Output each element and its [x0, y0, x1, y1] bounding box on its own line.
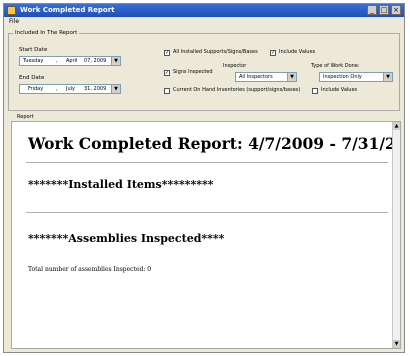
end-date-label: End Date — [19, 75, 45, 81]
chevron-down-icon[interactable]: ▼ — [111, 57, 120, 65]
end-date-separator: , — [56, 86, 58, 92]
work-type-label: Type of Work Done: — [311, 63, 360, 69]
inspector-value: All Inspectors — [239, 74, 273, 80]
chevron-down-icon[interactable]: ▼ — [383, 73, 392, 81]
inspector-select[interactable]: All Inspectors ▼ — [235, 72, 297, 82]
inspector-label: Inspector — [223, 63, 247, 69]
work-type-select[interactable]: Inspection Only ▼ — [319, 72, 393, 82]
end-date-day: Friday — [28, 86, 44, 92]
work-type-value: Inspection Only — [323, 74, 362, 80]
divider — [26, 212, 388, 213]
start-date-label: Start Date — [19, 47, 48, 53]
all-installed-label: All Installed Supports/Signs/Bases — [173, 49, 258, 55]
signs-inspected-label: Signs Inspected — [173, 69, 213, 75]
start-date-month: April — [66, 58, 78, 64]
end-date-picker[interactable]: Friday , July 31, 2009 ▼ — [19, 84, 121, 94]
title-bar[interactable]: Work Completed Report _ □ × — [4, 4, 404, 17]
signs-inspected-checkbox[interactable]: ✓ — [164, 70, 170, 76]
end-date-month: July — [66, 86, 75, 92]
start-date-separator: , — [56, 58, 58, 64]
report-title: Work Completed Report: 4/7/2009 - 7/31/2… — [28, 134, 401, 153]
chevron-down-icon[interactable]: ▼ — [111, 85, 120, 93]
installed-items-heading: *******Installed Items********* — [28, 178, 214, 191]
include-values-label-1: Include Values — [279, 49, 316, 55]
report-group-title: Report — [16, 114, 35, 121]
minimize-button[interactable]: _ — [367, 5, 377, 15]
include-values-checkbox-2[interactable] — [312, 88, 318, 94]
current-inventory-label: Current On Hand Inventories (support/sig… — [173, 87, 301, 93]
start-date-picker[interactable]: Tuesday , April 07, 2009 ▼ — [19, 56, 121, 66]
maximize-button[interactable]: □ — [379, 5, 389, 15]
window-title: Work Completed Report — [20, 6, 115, 14]
scroll-down-icon[interactable]: ▼ — [393, 340, 400, 348]
scroll-up-icon[interactable]: ▲ — [393, 122, 400, 130]
app-window: Work Completed Report _ □ × File Include… — [3, 3, 405, 353]
chevron-down-icon[interactable]: ▼ — [287, 73, 296, 81]
filters-group: Included In The Report Start Date Tuesda… — [8, 29, 400, 111]
assemblies-inspected-heading: *******Assemblies Inspected**** — [28, 232, 225, 245]
vertical-scrollbar[interactable]: ▲ ▼ — [392, 122, 400, 348]
include-values-label-2: Include Values — [321, 87, 358, 93]
divider — [26, 162, 388, 163]
end-date-date: 31, 2009 — [84, 86, 107, 92]
current-inventory-checkbox[interactable] — [164, 88, 170, 94]
menu-file[interactable]: File — [9, 17, 19, 27]
filters-group-title: Included In The Report — [13, 29, 80, 37]
menu-bar: File — [4, 17, 404, 27]
all-installed-checkbox[interactable]: ✓ — [164, 50, 170, 56]
app-icon — [7, 6, 16, 15]
report-viewer[interactable]: Work Completed Report: 4/7/2009 - 7/31/2… — [11, 121, 401, 349]
start-date-day: Tuesday — [23, 58, 44, 64]
total-assemblies-text: Total number of assemblies Inspected: 0 — [28, 266, 152, 273]
start-date-date: 07, 2009 — [84, 58, 107, 64]
close-button[interactable]: × — [391, 5, 401, 15]
include-values-checkbox-1[interactable]: ✓ — [270, 50, 276, 56]
